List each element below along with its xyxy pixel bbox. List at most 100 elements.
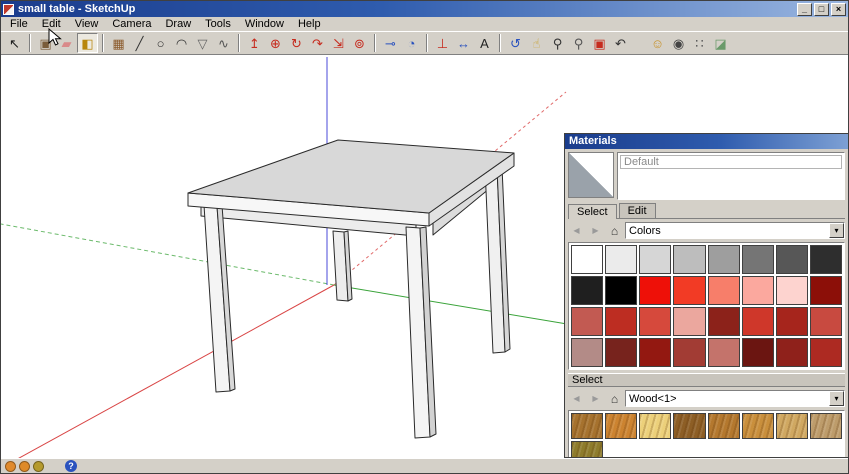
color-swatch[interactable] xyxy=(571,245,604,274)
zoom-tool[interactable]: ⚲ xyxy=(547,33,568,53)
color-swatch[interactable] xyxy=(741,338,774,367)
color-swatch[interactable] xyxy=(673,245,706,274)
material-preview-thumbnail[interactable] xyxy=(568,152,614,198)
wood-swatch[interactable] xyxy=(571,413,604,439)
colors-collection-dropdown[interactable]: Colors ▾ xyxy=(625,222,845,239)
menu-window[interactable]: Window xyxy=(238,17,291,31)
color-swatch[interactable] xyxy=(775,245,808,274)
minimize-button[interactable]: _ xyxy=(797,2,812,16)
dropdown-arrow-icon[interactable]: ▾ xyxy=(829,391,844,406)
status-icon-3[interactable] xyxy=(33,460,44,472)
wood-swatch[interactable] xyxy=(775,413,808,439)
color-swatch[interactable] xyxy=(809,245,842,274)
color-swatch[interactable] xyxy=(673,338,706,367)
home-icon[interactable]: ⌂ xyxy=(606,223,623,239)
status-icon-2[interactable] xyxy=(19,460,30,472)
color-swatch[interactable] xyxy=(809,338,842,367)
color-swatch[interactable] xyxy=(673,276,706,305)
color-swatch[interactable] xyxy=(639,307,672,336)
color-swatch[interactable] xyxy=(809,307,842,336)
paint-bucket-tool[interactable]: ◧ xyxy=(77,33,98,53)
menu-camera[interactable]: Camera xyxy=(105,17,158,31)
color-swatch[interactable] xyxy=(707,338,740,367)
walk-tool[interactable]: ∷ xyxy=(689,33,710,53)
axes-tool[interactable]: ⊥ xyxy=(432,33,453,53)
back-arrow-icon[interactable]: ◀ xyxy=(568,391,585,407)
close-button[interactable]: × xyxy=(831,2,846,16)
color-swatch[interactable] xyxy=(741,307,774,336)
rotate-tool[interactable]: ↻ xyxy=(286,33,307,53)
dropdown-arrow-icon[interactable]: ▾ xyxy=(829,223,844,238)
material-name-field[interactable]: Default xyxy=(620,155,842,169)
color-swatch[interactable] xyxy=(707,276,740,305)
color-swatch[interactable] xyxy=(775,307,808,336)
home-icon[interactable]: ⌂ xyxy=(606,391,623,407)
zoom-extents-tool[interactable]: ▣ xyxy=(589,33,610,53)
tape-measure-tool[interactable]: ⊸ xyxy=(380,33,401,53)
color-swatch[interactable] xyxy=(775,338,808,367)
text-tool[interactable]: A xyxy=(474,33,495,53)
color-swatch[interactable] xyxy=(639,276,672,305)
freehand-tool[interactable]: ∿ xyxy=(213,33,234,53)
menu-draw[interactable]: Draw xyxy=(158,17,198,31)
scale-tool[interactable]: ⇲ xyxy=(328,33,349,53)
zoom-window-tool[interactable]: ⚲ xyxy=(568,33,589,53)
color-swatch[interactable] xyxy=(707,245,740,274)
forward-arrow-icon[interactable]: ▶ xyxy=(587,391,604,407)
wood-swatch[interactable] xyxy=(673,413,706,439)
polygon-tool[interactable]: ▽ xyxy=(192,33,213,53)
arc-tool[interactable]: ◠ xyxy=(171,33,192,53)
color-swatch[interactable] xyxy=(639,245,672,274)
offset-tool[interactable]: ⊚ xyxy=(349,33,370,53)
table-model[interactable] xyxy=(187,139,515,439)
move-tool[interactable]: ⊕ xyxy=(265,33,286,53)
color-swatch[interactable] xyxy=(639,338,672,367)
menu-tools[interactable]: Tools xyxy=(198,17,238,31)
pan-tool[interactable]: ☝ xyxy=(526,33,547,53)
help-icon[interactable]: ? xyxy=(65,460,77,472)
orbit-tool[interactable]: ↺ xyxy=(505,33,526,53)
color-swatch[interactable] xyxy=(673,307,706,336)
color-swatch[interactable] xyxy=(775,276,808,305)
wood-swatch[interactable] xyxy=(741,413,774,439)
protractor-tool[interactable]: ◔ xyxy=(401,33,422,53)
forward-arrow-icon[interactable]: ▶ xyxy=(587,223,604,239)
color-swatch[interactable] xyxy=(605,338,638,367)
menu-file[interactable]: File xyxy=(3,17,35,31)
look-around-tool[interactable]: ◉ xyxy=(668,33,689,53)
color-swatch[interactable] xyxy=(741,245,774,274)
wood-swatch[interactable] xyxy=(639,413,672,439)
color-swatch[interactable] xyxy=(571,276,604,305)
color-swatch[interactable] xyxy=(809,276,842,305)
color-swatch[interactable] xyxy=(605,276,638,305)
previous-view-tool[interactable]: ↶ xyxy=(610,33,631,53)
back-arrow-icon[interactable]: ◀ xyxy=(568,223,585,239)
push-pull-tool[interactable]: ↥ xyxy=(244,33,265,53)
title-bar[interactable]: small table - SketchUp _ □ × xyxy=(1,1,848,17)
maximize-button[interactable]: □ xyxy=(814,2,829,16)
tab-edit[interactable]: Edit xyxy=(618,203,656,218)
section-plane-tool[interactable]: ◪ xyxy=(710,33,731,53)
follow-me-tool[interactable]: ↷ xyxy=(307,33,328,53)
dimension-tool[interactable]: ↔ xyxy=(453,33,474,53)
position-camera-tool[interactable]: ☺ xyxy=(647,33,668,53)
color-swatch[interactable] xyxy=(605,307,638,336)
wood-swatch[interactable] xyxy=(571,441,604,457)
circle-tool[interactable]: ○ xyxy=(150,33,171,53)
status-icon-1[interactable] xyxy=(5,460,16,472)
color-swatch[interactable] xyxy=(605,245,638,274)
wood-swatch[interactable] xyxy=(707,413,740,439)
color-swatch[interactable] xyxy=(741,276,774,305)
color-swatch[interactable] xyxy=(707,307,740,336)
wood-swatch[interactable] xyxy=(605,413,638,439)
select-tool[interactable]: ↖ xyxy=(4,33,25,53)
materials-panel-titlebar[interactable]: Materials xyxy=(565,134,848,149)
menu-help[interactable]: Help xyxy=(291,17,328,31)
color-swatch[interactable] xyxy=(571,338,604,367)
line-tool[interactable]: ╱ xyxy=(129,33,150,53)
color-swatch[interactable] xyxy=(571,307,604,336)
rectangle-tool[interactable]: ▦ xyxy=(108,33,129,53)
tab-select[interactable]: Select xyxy=(568,204,617,219)
wood-collection-dropdown[interactable]: Wood<1> ▾ xyxy=(625,390,845,407)
wood-swatch[interactable] xyxy=(809,413,842,439)
